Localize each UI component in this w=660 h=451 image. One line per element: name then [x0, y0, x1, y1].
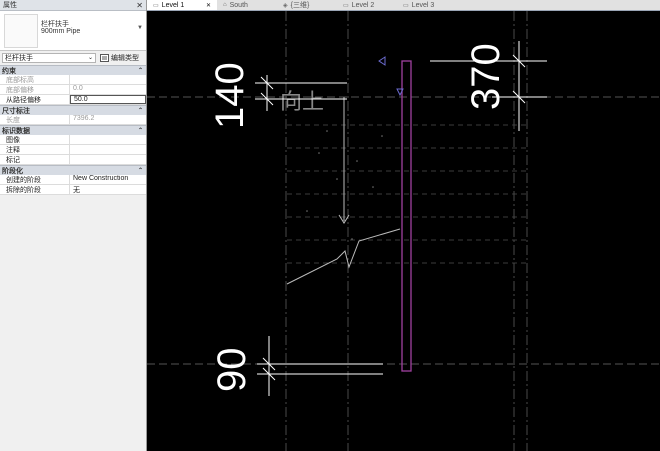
properties-titlebar: 属性 ✕	[0, 0, 146, 11]
close-icon[interactable]: ✕	[136, 1, 143, 10]
property-name: 从路径偏移	[0, 95, 70, 104]
property-row: 创建的阶段 New Construction	[0, 175, 146, 185]
view-tab-label: Level 2	[351, 1, 375, 9]
property-value-field	[70, 75, 146, 84]
property-row: 长度 7396.2	[0, 115, 146, 125]
view-tab[interactable]: ◈ {三维}	[277, 0, 337, 10]
property-value-field[interactable]	[70, 145, 146, 154]
property-name: 注释	[0, 145, 70, 154]
instance-filter-row: 栏杆扶手 ⌄ 编辑类型	[0, 51, 146, 64]
view-tab-label: South	[229, 1, 248, 9]
stair-direction-label: 向上	[280, 90, 324, 115]
property-row: 底部标高	[0, 75, 146, 85]
properties-panel: 属性 ✕ 栏杆扶手 900mm Pipe ▼ 栏杆扶手 ⌄ 编辑类型 约束 ⌃ 底部…	[0, 0, 147, 451]
property-group-header[interactable]: 标识数据 ⌃	[0, 125, 146, 135]
type-selector[interactable]: 栏杆扶手 900mm Pipe ▼	[0, 11, 146, 51]
view-tabs: ▭ Level 1 ✕ ⌂ South ◈ {三维} ▭ Level 2 ▭ Level 3	[147, 0, 660, 11]
collapse-icon[interactable]: ⌃	[138, 67, 143, 74]
railing-selected[interactable]	[401, 60, 412, 372]
property-value-field[interactable]: 无	[70, 185, 146, 194]
property-value-field[interactable]: New Construction	[70, 175, 146, 184]
property-group-header[interactable]: 尺寸标注 ⌃	[0, 105, 146, 115]
property-row: 底部偏移 0.0	[0, 85, 146, 95]
property-row: 注释	[0, 145, 146, 155]
elevation-icon: ⌂	[223, 2, 227, 8]
view-tab-label: {三维}	[290, 2, 310, 9]
property-group-name: 阶段化	[2, 167, 23, 175]
property-value-field: 0.0	[73, 85, 83, 92]
type-preview-image	[4, 14, 38, 48]
floor-plan-icon: ▭	[153, 2, 159, 9]
collapse-icon[interactable]: ⌃	[138, 127, 143, 134]
floor-plan-icon: ▭	[343, 2, 349, 9]
property-group-name: 尺寸标注	[2, 107, 30, 115]
collapse-icon[interactable]: ⌃	[138, 167, 143, 174]
drawing-canvas[interactable]: 向上 140 370 90	[147, 11, 660, 451]
chevron-down-icon: ⌄	[87, 55, 93, 61]
properties-grid: 约束 ⌃ 底部标高 底部偏移 0.0 从路径偏移 50.0 尺寸标注 ⌃ 长度 7396.2 标识数据…	[0, 65, 146, 195]
property-name: 底部偏移	[0, 85, 70, 94]
property-row: 标记	[0, 155, 146, 165]
property-group-name: 约束	[2, 67, 16, 75]
view-tab-label: Level 1	[161, 1, 185, 9]
dimension-370-label: 370	[464, 43, 508, 110]
edit-type-label: 编辑类型	[111, 54, 139, 62]
flip-control-icon[interactable]	[378, 56, 404, 97]
property-value-field[interactable]: 50.0	[70, 95, 146, 104]
property-value-field[interactable]	[70, 155, 146, 164]
properties-title: 属性	[3, 2, 17, 9]
close-tab-icon[interactable]: ✕	[206, 2, 211, 9]
dimension-90[interactable]	[257, 336, 383, 396]
view-tab-label: Level 3	[411, 1, 435, 9]
property-name: 标记	[0, 155, 70, 164]
property-value-field[interactable]	[70, 135, 146, 144]
view-tab[interactable]: ▭ Level 3	[397, 0, 457, 10]
stair-tread-lines	[287, 124, 527, 264]
edit-type-button[interactable]: 编辑类型	[100, 53, 139, 63]
stair-run-path	[286, 97, 401, 285]
property-row: 图像	[0, 135, 146, 145]
type-name: 900mm Pipe	[41, 28, 81, 35]
3d-view-icon: ◈	[283, 2, 288, 9]
property-row: 从路径偏移 50.0	[0, 95, 146, 105]
property-name: 拆除的阶段	[0, 185, 70, 194]
edit-type-icon	[100, 53, 109, 62]
floor-plan-icon: ▭	[403, 2, 409, 9]
chevron-down-icon[interactable]: ▼	[137, 25, 143, 31]
property-value-field: 7396.2	[73, 115, 95, 122]
property-group-header[interactable]: 阶段化 ⌃	[0, 165, 146, 175]
property-row: 拆除的阶段无	[0, 185, 146, 195]
property-name: 底部标高	[0, 75, 70, 84]
property-name: 图像	[0, 135, 70, 144]
property-group-header[interactable]: 约束 ⌃	[0, 65, 146, 75]
property-name: 创建的阶段	[0, 175, 70, 184]
instance-filter-value: 栏杆扶手	[5, 54, 33, 62]
property-group-name: 标识数据	[2, 127, 30, 135]
view-tab[interactable]: ▭ Level 2	[337, 0, 397, 10]
floor-plan-drawing[interactable]: 向上 140 370 90	[147, 11, 660, 451]
dimension-140-label: 140	[208, 62, 252, 129]
dimension-90-label: 90	[210, 348, 254, 393]
instance-filter-dropdown[interactable]: 栏杆扶手 ⌄	[2, 52, 96, 63]
view-tab[interactable]: ▭ Level 1 ✕	[147, 0, 217, 10]
property-name: 长度	[0, 115, 70, 124]
view-tab[interactable]: ⌂ South	[217, 0, 277, 10]
collapse-icon[interactable]: ⌃	[138, 107, 143, 114]
